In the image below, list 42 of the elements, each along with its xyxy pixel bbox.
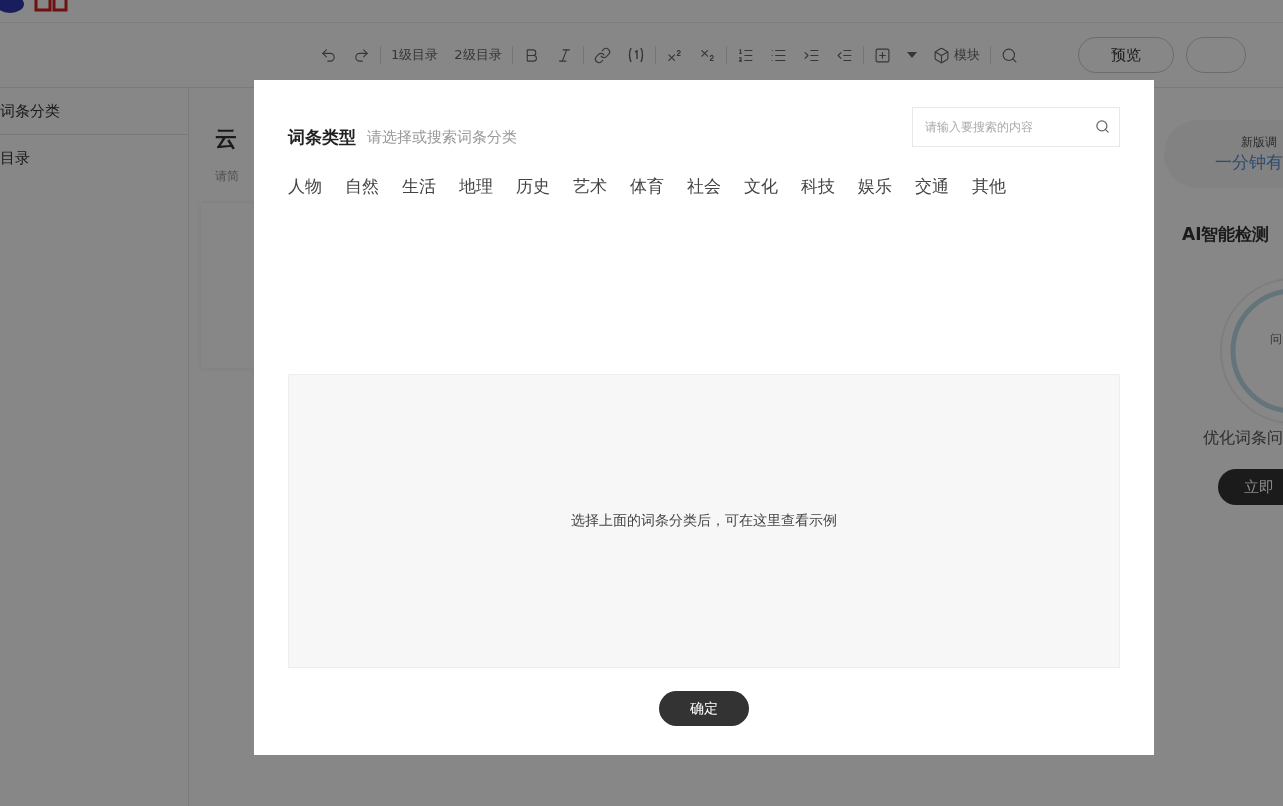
- category-tab[interactable]: 文化: [744, 175, 778, 198]
- category-tab[interactable]: 地理: [459, 175, 493, 198]
- category-tab[interactable]: 艺术: [573, 175, 607, 198]
- category-tab[interactable]: 其他: [972, 175, 1006, 198]
- toolbar-button[interactable]: 模块: [924, 40, 988, 70]
- toolbar-button[interactable]: 2级目录: [446, 40, 510, 70]
- entry-title: 云: [215, 125, 237, 153]
- category-tab[interactable]: 人物: [288, 175, 322, 198]
- example-hint: 选择上面的词条分类后，可在这里查看示例: [571, 512, 837, 530]
- category-tab[interactable]: 生活: [402, 175, 436, 198]
- check-button[interactable]: 立即: [1218, 469, 1283, 505]
- caret-icon: [906, 52, 917, 58]
- search-icon: [1095, 118, 1110, 134]
- search-icon: [1000, 46, 1018, 64]
- dialog-title: 词条类型: [288, 126, 356, 149]
- ring-label: 问: [1270, 331, 1282, 348]
- sidebar-item[interactable]: 目录: [0, 135, 188, 181]
- numbered-list-icon: [736, 46, 754, 64]
- sidebar-item[interactable]: 词条分类: [0, 88, 188, 135]
- confirm-button[interactable]: 确定: [659, 691, 749, 726]
- preview-button[interactable]: 预览: [1077, 37, 1174, 73]
- footnote-icon: [626, 47, 645, 63]
- dialog-subtitle: 请选择或搜索词条分类: [367, 128, 517, 147]
- link-icon: [593, 46, 611, 64]
- survey-label: 新版调: [1241, 134, 1277, 151]
- cube-icon: [932, 46, 950, 64]
- plus-square-icon: [873, 46, 891, 64]
- undo-icon: [320, 46, 337, 64]
- search-field[interactable]: 请输入要搜索的内容: [912, 106, 1120, 147]
- survey-banner[interactable]: 新版调 一分钟有: [1164, 120, 1283, 188]
- category-tab[interactable]: 自然: [345, 175, 379, 198]
- logo-icon: [0, 0, 70, 14]
- redo-icon: [353, 46, 370, 64]
- ai-text: 优化词条问: [1203, 428, 1283, 449]
- category-tab[interactable]: 交通: [915, 175, 949, 198]
- panel-title: AI智能检测: [1182, 223, 1270, 246]
- category-tab[interactable]: 社会: [687, 175, 721, 198]
- category-tab[interactable]: 科技: [801, 175, 835, 198]
- category-tab[interactable]: 娱乐: [858, 175, 892, 198]
- category-tab[interactable]: 历史: [516, 175, 550, 198]
- toolbar-button[interactable]: 1级目录: [383, 40, 447, 70]
- category-tab[interactable]: 体育: [630, 175, 664, 198]
